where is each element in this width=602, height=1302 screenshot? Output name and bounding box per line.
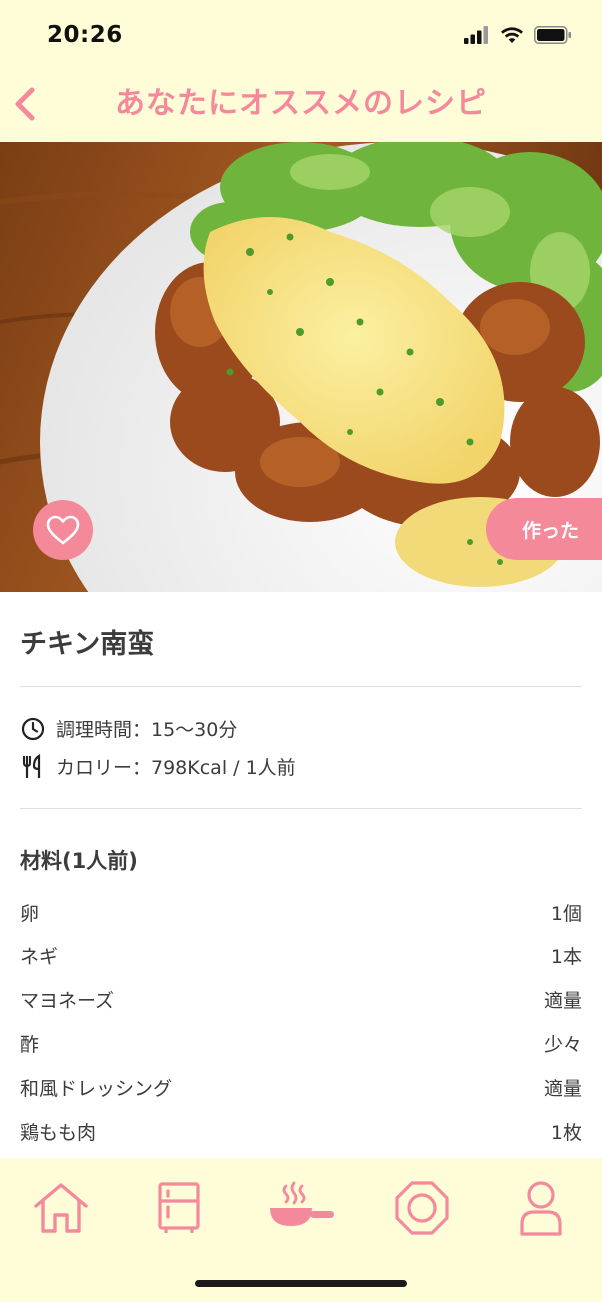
cooking-pan-icon: [270, 1181, 334, 1226]
wifi-icon: [501, 27, 523, 43]
ingredient-row: ネギ 1本: [20, 942, 582, 972]
ingredient-quantity: 1個: [550, 903, 582, 925]
clock-icon: [20, 716, 46, 742]
octagon-icon: [395, 1181, 449, 1235]
ingredient-row: マヨネーズ 適量: [20, 986, 582, 1016]
status-bar: 20:26: [0, 0, 602, 75]
ingredient-row: 鶏もも肉 1枚: [20, 1118, 582, 1148]
tab-profile[interactable]: [506, 1176, 576, 1240]
ingredient-name: 酢: [20, 1034, 40, 1056]
heart-icon: [46, 515, 80, 545]
navigation-bar: あなたにオススメのレシピ: [0, 70, 602, 130]
calories-text: カロリー：798Kcal / 1人前: [56, 757, 296, 779]
ingredient-name: ネギ: [20, 946, 59, 968]
ingredient-row: 卵 1個: [20, 899, 582, 929]
ingredient-row: 酢 少々: [20, 1030, 582, 1060]
ingredient-quantity: 適量: [543, 990, 582, 1012]
divider: [20, 808, 582, 809]
status-time: 20:26: [47, 22, 123, 48]
status-icons: [464, 26, 572, 44]
tab-fridge[interactable]: [144, 1176, 214, 1240]
favorite-button[interactable]: [33, 500, 93, 560]
tab-cooking[interactable]: [264, 1176, 338, 1240]
recipe-name: チキン南蛮: [20, 629, 155, 660]
signal-icon: [464, 26, 488, 44]
ingredient-quantity: 少々: [543, 1034, 582, 1056]
header-area: 20:26 あなたにオススメのレシピ: [0, 0, 602, 142]
ingredient-name: 卵: [20, 903, 40, 925]
ingredient-quantity: 1本: [550, 946, 582, 968]
battery-icon: [534, 26, 571, 44]
cook-time-text: 調理時間：15〜30分: [56, 719, 238, 741]
ingredient-name: 和風ドレッシング: [20, 1078, 173, 1100]
cook-time-row: 調理時間：15〜30分: [20, 715, 237, 742]
fork-knife-icon: [20, 753, 46, 780]
divider: [20, 686, 582, 687]
ingredient-name: 鶏もも肉: [20, 1122, 97, 1144]
ingredient-name: マヨネーズ: [20, 990, 115, 1012]
page-title: あなたにオススメのレシピ: [115, 86, 487, 121]
home-indicator[interactable]: [195, 1280, 407, 1287]
profile-icon: [520, 1181, 562, 1236]
ingredient-row: 和風ドレッシング 適量: [20, 1074, 582, 1104]
ingredients-title: 材料(1人前): [20, 849, 138, 873]
home-icon: [34, 1183, 88, 1233]
calories-row: カロリー：798Kcal / 1人前: [20, 753, 296, 780]
ingredient-quantity: 1枚: [550, 1122, 582, 1144]
made-it-button[interactable]: 作った: [486, 498, 602, 560]
fridge-icon: [158, 1182, 200, 1233]
ingredient-quantity: 適量: [543, 1078, 582, 1100]
tab-home[interactable]: [26, 1176, 96, 1240]
tab-octagon[interactable]: [387, 1176, 457, 1240]
